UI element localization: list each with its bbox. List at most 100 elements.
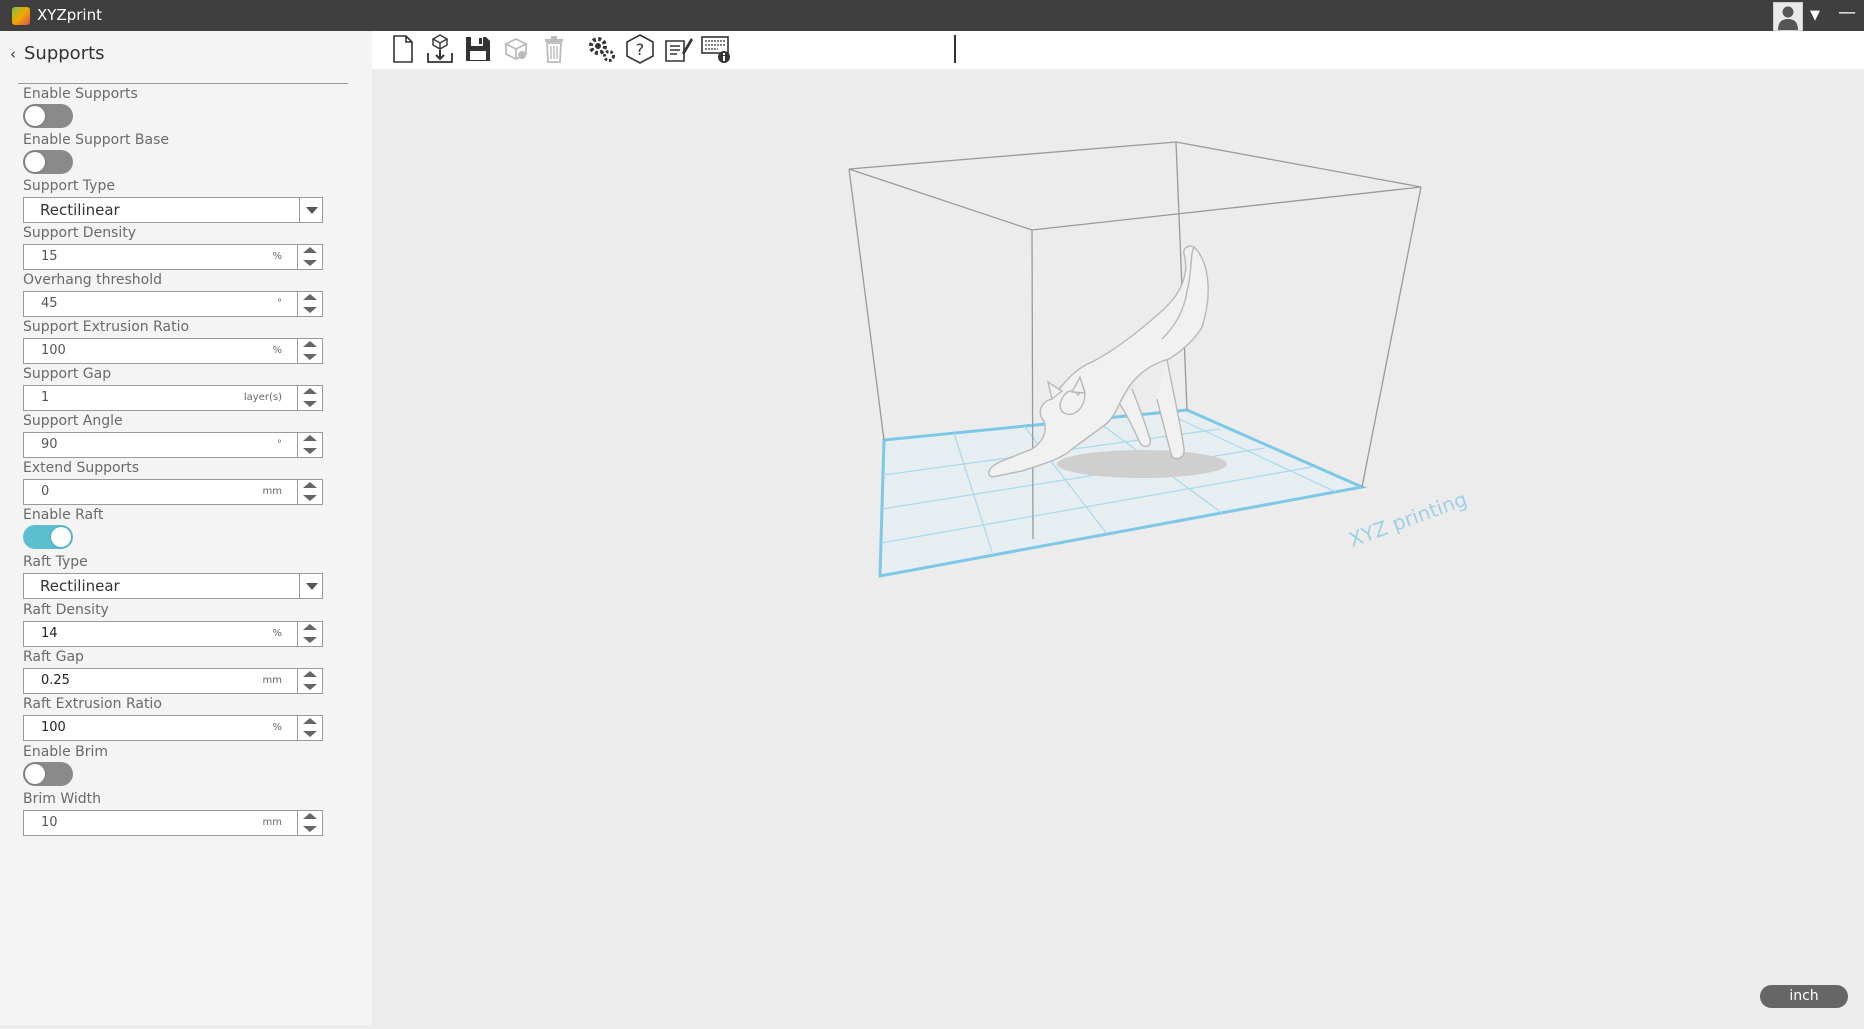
extend-supports-label: Extend Supports	[23, 460, 140, 476]
print-bed	[878, 408, 1368, 578]
spin-buttons[interactable]	[297, 339, 322, 363]
print-bed-scene: XYZ printing	[848, 141, 1471, 578]
panel-title: Supports	[24, 43, 105, 64]
support-density-value: 15	[41, 249, 58, 264]
raft-extrusion-ratio-unit: %	[272, 722, 282, 733]
support-density-input[interactable]: 15 %	[23, 244, 323, 270]
delete-icon[interactable]	[538, 33, 570, 65]
brim-width-label: Brim Width	[23, 791, 102, 807]
settings-icon[interactable]	[586, 33, 618, 65]
chevron-down-icon[interactable]: ▼	[1810, 8, 1820, 23]
spin-buttons[interactable]	[297, 292, 322, 316]
support-extrusion-ratio-input[interactable]: 100 %	[23, 338, 323, 364]
model-icon[interactable]	[500, 33, 532, 65]
spin-up-icon[interactable]	[303, 435, 317, 441]
spin-up-icon[interactable]	[303, 671, 317, 677]
spin-up-icon[interactable]	[303, 624, 317, 630]
brim-width-input[interactable]: 10 mm	[23, 810, 323, 836]
enable-raft-toggle[interactable]	[23, 525, 73, 549]
spin-buttons[interactable]	[297, 386, 322, 410]
raft-density-input[interactable]: 14 %	[23, 621, 323, 647]
spin-buttons[interactable]	[297, 622, 322, 646]
minimize-button[interactable]: —	[1838, 2, 1856, 23]
spin-down-icon[interactable]	[303, 826, 317, 832]
support-gap-input[interactable]: 1 layer(s)	[23, 385, 323, 411]
spin-buttons[interactable]	[297, 480, 322, 504]
spin-up-icon[interactable]	[303, 247, 317, 253]
extend-supports-value: 0	[41, 484, 50, 499]
import-icon[interactable]	[424, 33, 456, 65]
raft-extrusion-ratio-value: 100	[41, 720, 66, 735]
app-logo-icon	[12, 7, 30, 25]
support-type-label: Support Type	[23, 178, 115, 194]
toggle-knob	[25, 764, 45, 784]
enable-brim-label: Enable Brim	[23, 744, 109, 760]
overhang-threshold-unit: °	[277, 298, 282, 309]
raft-type-label: Raft Type	[23, 554, 88, 570]
spin-up-icon[interactable]	[303, 341, 317, 347]
spin-down-icon[interactable]	[303, 684, 317, 690]
printer-info-icon[interactable]	[700, 33, 732, 65]
spin-up-icon[interactable]	[303, 813, 317, 819]
enable-support-base-toggle[interactable]	[23, 150, 73, 174]
toggle-knob	[51, 527, 71, 547]
spin-buttons[interactable]	[297, 669, 322, 693]
enable-brim-toggle[interactable]	[23, 762, 73, 786]
spin-down-icon[interactable]	[303, 260, 317, 266]
spin-down-icon[interactable]	[303, 495, 317, 501]
spin-up-icon[interactable]	[303, 482, 317, 488]
raft-type-select[interactable]: Rectilinear	[23, 573, 323, 599]
support-angle-input[interactable]: 90 °	[23, 432, 323, 458]
3d-viewport[interactable]: XYZ printing	[372, 69, 1864, 1025]
spin-up-icon[interactable]	[303, 388, 317, 394]
svg-text:?: ?	[636, 40, 645, 59]
spin-buttons[interactable]	[297, 433, 322, 457]
overhang-threshold-label: Overhang threshold	[23, 272, 163, 288]
raft-gap-label: Raft Gap	[23, 649, 84, 665]
extend-supports-input[interactable]: 0 mm	[23, 479, 323, 505]
raft-density-value: 14	[41, 626, 58, 641]
brim-width-unit: mm	[262, 817, 282, 828]
toolbar-separator	[954, 35, 956, 63]
model-shadow	[1057, 450, 1227, 478]
spin-down-icon[interactable]	[303, 731, 317, 737]
title-bar: XYZprint ▼ —	[0, 0, 1864, 31]
spin-buttons[interactable]	[297, 245, 322, 269]
bed-brand-label: XYZ printing	[1346, 487, 1471, 552]
overhang-threshold-input[interactable]: 45 °	[23, 291, 323, 317]
spin-buttons[interactable]	[297, 716, 322, 740]
support-type-value: Rectilinear	[40, 201, 120, 219]
toggle-knob	[25, 106, 45, 126]
user-account-button[interactable]	[1773, 2, 1803, 31]
support-angle-value: 90	[41, 437, 58, 452]
enable-supports-toggle[interactable]	[23, 104, 73, 128]
spin-down-icon[interactable]	[303, 401, 317, 407]
chevron-left-icon: ‹	[10, 45, 16, 63]
raft-extrusion-ratio-input[interactable]: 100 %	[23, 715, 323, 741]
dropdown-arrow-icon[interactable]	[299, 198, 322, 222]
spin-down-icon[interactable]	[303, 448, 317, 454]
support-gap-unit: layer(s)	[243, 392, 282, 403]
spin-buttons[interactable]	[297, 811, 322, 835]
raft-gap-value: 0.25	[41, 673, 70, 688]
support-angle-unit: °	[277, 439, 282, 450]
spin-up-icon[interactable]	[303, 718, 317, 724]
spin-up-icon[interactable]	[303, 294, 317, 300]
notes-icon[interactable]	[662, 33, 694, 65]
spin-down-icon[interactable]	[303, 307, 317, 313]
spin-down-icon[interactable]	[303, 637, 317, 643]
unit-toggle-button[interactable]: inch	[1760, 985, 1848, 1008]
new-file-icon[interactable]	[386, 33, 418, 65]
help-icon[interactable]: ?	[624, 33, 656, 65]
back-button[interactable]: ‹ Supports	[10, 43, 105, 64]
spin-down-icon[interactable]	[303, 354, 317, 360]
panel-divider	[18, 83, 348, 84]
save-icon[interactable]	[462, 33, 494, 65]
raft-gap-input[interactable]: 0.25 mm	[23, 668, 323, 694]
raft-density-label: Raft Density	[23, 602, 109, 618]
support-extrusion-ratio-label: Support Extrusion Ratio	[23, 319, 190, 335]
toggle-knob	[25, 152, 45, 172]
dropdown-arrow-icon[interactable]	[299, 574, 322, 598]
support-type-select[interactable]: Rectilinear	[23, 197, 323, 223]
support-extrusion-ratio-unit: %	[272, 345, 282, 356]
